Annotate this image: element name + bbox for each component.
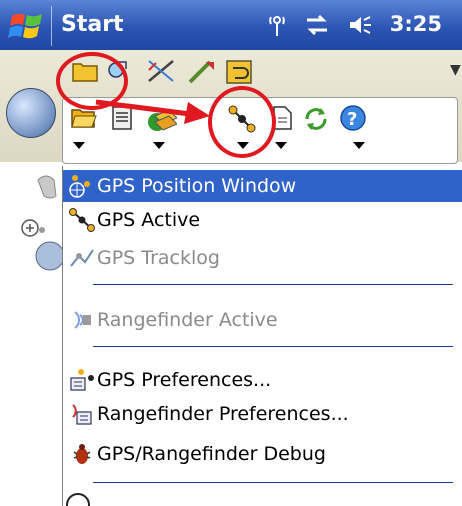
svg-text:▼: ▼: [450, 62, 461, 78]
measure-icon[interactable]: [146, 58, 176, 84]
title-bar: Start 3:25: [0, 0, 462, 50]
menu-separator-1: [93, 284, 453, 285]
gps-tracklog-icon: [67, 246, 97, 270]
annotation-circle-gps: [208, 86, 276, 158]
gps-preferences-icon: [67, 368, 97, 392]
annotation-circle-folder: [56, 52, 128, 110]
menu-item-label: GPS/Rangefinder Debug: [97, 443, 326, 465]
svg-text:?: ?: [347, 109, 357, 130]
rangefinder-preferences-icon: [67, 402, 97, 426]
draw-icon[interactable]: [186, 58, 216, 84]
bug-icon: [67, 442, 97, 466]
status-area: 3:25: [256, 12, 442, 37]
menu-separator-2: [93, 346, 453, 347]
menu-item-rangefinder-preferences[interactable]: Rangefinder Preferences...: [63, 398, 462, 430]
menu-item-label: GPS Active: [97, 209, 201, 231]
menu-item-gps-preferences[interactable]: GPS Preferences...: [63, 364, 462, 396]
gps-position-icon: [67, 174, 97, 198]
menu-item-label: GPS Preferences...: [97, 369, 272, 391]
gps-round-button[interactable]: [6, 88, 56, 138]
dropdown-arrow-2[interactable]: [153, 142, 165, 149]
more-icon[interactable]: ▼: [450, 60, 462, 80]
gps-active-icon: [67, 208, 97, 232]
rangefinder-icon: [67, 308, 97, 332]
menu-item-label: Rangefinder Active: [97, 309, 278, 331]
map-tools-decor: [21, 175, 65, 271]
dropdown-arrow-1[interactable]: [73, 142, 85, 149]
menu-item-label: GPS Tracklog: [97, 247, 220, 269]
menu-item-rangefinder-active[interactable]: Rangefinder Active: [63, 304, 462, 336]
menu-item-label: Rangefinder Preferences...: [97, 403, 349, 425]
menu-item-gps-active[interactable]: GPS Active: [63, 204, 462, 236]
dropdown-arrow-4[interactable]: [275, 142, 287, 149]
connectivity-icon[interactable]: [305, 14, 329, 36]
partial-menu-icon: [66, 493, 90, 506]
help-icon[interactable]: ?: [339, 104, 367, 132]
title-separator: [51, 6, 52, 46]
menu-item-label: GPS Position Window: [97, 175, 297, 197]
menu-item-gps-tracklog[interactable]: GPS Tracklog: [63, 242, 462, 274]
signal-icon[interactable]: [268, 13, 286, 37]
dropdown-arrow-5[interactable]: [353, 142, 365, 149]
menu-item-gps-position-window[interactable]: GPS Position Window: [63, 170, 462, 202]
windows-flag-icon[interactable]: [8, 8, 46, 44]
clock[interactable]: 3:25: [390, 12, 442, 36]
menu-item-gps-rangefinder-debug[interactable]: GPS/Rangefinder Debug: [63, 438, 462, 470]
refresh-icon[interactable]: [303, 106, 329, 132]
gps-menu: GPS Position Window GPS Active GPS Track…: [62, 166, 462, 506]
menu-separator-3: [93, 482, 453, 483]
volume-icon[interactable]: [348, 14, 372, 36]
undo-icon[interactable]: [226, 60, 252, 84]
start-title[interactable]: Start: [61, 12, 124, 37]
